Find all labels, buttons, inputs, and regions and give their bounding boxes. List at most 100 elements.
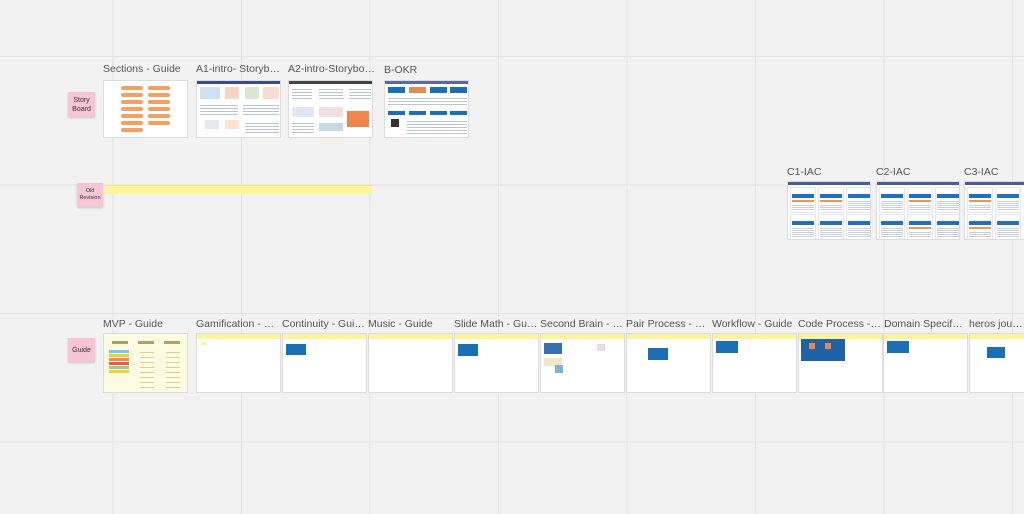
mini-slide: [995, 187, 1021, 213]
slide-thumb: [347, 111, 369, 127]
section-pill: [121, 100, 143, 104]
frame-title-a1-intro[interactable]: A1-intro- Storyboa...: [196, 63, 282, 75]
mini-slide: [879, 187, 905, 213]
frame-header-band: [970, 334, 1024, 339]
frame-header-band: [541, 334, 624, 339]
mini-slide: [907, 187, 933, 213]
frame-pair-process-guide[interactable]: [626, 333, 711, 393]
mini-slide: [790, 214, 816, 239]
frame-title-music-guide[interactable]: Music - Guide: [368, 318, 452, 330]
frame-b-okr[interactable]: [384, 80, 469, 138]
sticky-old-revision[interactable]: Old Revision: [77, 183, 103, 207]
frame-mvp-guide[interactable]: [103, 333, 188, 393]
frame-header-bar: [197, 81, 280, 84]
slide-thumb: [225, 120, 239, 129]
frame-title-second-brain-guide[interactable]: Second Brain - Gui...: [540, 318, 624, 330]
frame-title-heros-journey[interactable]: heros journey: [969, 318, 1024, 330]
frame-title-workflow-guide[interactable]: Workflow - Guide: [712, 318, 796, 330]
section-pill: [121, 121, 143, 125]
mini-slide: [879, 214, 905, 239]
section-pill: [148, 93, 170, 97]
mini-slide: [846, 214, 870, 239]
mini-slide: [995, 214, 1021, 239]
frame-sections-guide[interactable]: [103, 80, 188, 138]
mvp-column-label: [112, 341, 128, 344]
slide-thumb: [319, 123, 343, 131]
mvp-column-label: [138, 341, 154, 344]
frame-title-slide-math-guide[interactable]: Slide Math - Guide: [454, 318, 538, 330]
mvp-column-label: [164, 341, 180, 344]
frame-header-bar: [877, 182, 959, 185]
frame-a1-intro-storyboard[interactable]: [196, 80, 281, 138]
slide-thumb: [430, 87, 447, 93]
text-lines: [407, 119, 467, 135]
frame-second-brain-guide[interactable]: [540, 333, 625, 393]
mini-slide: [790, 187, 816, 213]
slide-thumb: [286, 344, 306, 355]
text-lines: [388, 96, 467, 106]
frame-c3-iac[interactable]: [964, 181, 1024, 240]
frame-title-mvp-guide[interactable]: MVP - Guide: [103, 318, 189, 330]
sticky-storyboard-text: Story Board: [72, 96, 91, 113]
slide-thumb: [263, 87, 279, 99]
frame-title-c1-iac[interactable]: C1-IAC: [787, 166, 867, 178]
frame-header-band: [283, 334, 366, 339]
sticky-guide-text: Guide: [72, 346, 91, 354]
frame-c1-iac[interactable]: [787, 181, 871, 240]
sticky-guide[interactable]: Guide: [68, 338, 95, 362]
frame-title-code-process-guide[interactable]: Code Process - Gui...: [798, 318, 882, 330]
frame-slide-math-guide[interactable]: [454, 333, 539, 393]
slide-thumb: [245, 87, 259, 99]
frame-heros-journey[interactable]: [969, 333, 1024, 393]
mini-slide: [907, 214, 933, 239]
frame-title-gamification-guide[interactable]: Gamification - Gui...: [196, 318, 280, 330]
frame-header-band: [713, 334, 796, 339]
slide-thumb: [409, 111, 426, 115]
slide-thumb: [388, 87, 405, 93]
slide-thumb: [716, 341, 738, 353]
mvp-color-block: [109, 366, 129, 369]
frame-header-band: [627, 334, 710, 339]
mvp-color-block: [109, 358, 129, 361]
text-lines: [243, 103, 279, 117]
text-lines: [292, 121, 314, 135]
frame-music-guide[interactable]: [368, 333, 453, 393]
mini-slide: [935, 214, 959, 239]
slide-thumb: [225, 87, 239, 99]
frame-continuity-guide[interactable]: [282, 333, 367, 393]
text-lines: [319, 87, 343, 101]
frame-header-bar: [385, 81, 468, 84]
mvp-color-block: [109, 354, 129, 357]
frame-title-domain-specific[interactable]: Domain Specific L...: [884, 318, 964, 330]
frame-workflow-guide[interactable]: [712, 333, 797, 393]
frame-title-sections-guide[interactable]: Sections - Guide: [103, 63, 193, 75]
frame-c2-iac[interactable]: [876, 181, 960, 240]
frame-a2-intro-storyboard[interactable]: [288, 80, 373, 138]
frame-domain-specific[interactable]: [883, 333, 968, 393]
old-revision-band[interactable]: [104, 185, 372, 194]
slide-thumb: [887, 341, 909, 353]
sticky-old-revision-text: Old Revision: [79, 188, 101, 201]
slide-thumb: [319, 107, 343, 117]
frame-code-process-guide[interactable]: [798, 333, 883, 393]
frame-title-continuity-guide[interactable]: Continuity - Guide: [282, 318, 366, 330]
section-pill: [121, 114, 143, 118]
section-pill: [121, 107, 143, 111]
section-pill: [148, 114, 170, 118]
frame-title-c3-iac[interactable]: C3-IAC: [964, 166, 1022, 178]
slide-thumb: [450, 111, 467, 115]
slide-thumb: [648, 348, 668, 360]
frame-title-c2-iac[interactable]: C2-IAC: [876, 166, 956, 178]
whiteboard-canvas[interactable]: Story Board Old Revision Guide Sections …: [0, 0, 1024, 514]
text-lines: [349, 87, 371, 101]
sticky-storyboard[interactable]: Story Board: [68, 92, 95, 117]
section-pill: [121, 93, 143, 97]
frame-title-a2-intro[interactable]: A2-intro-Storyboard: [288, 63, 378, 75]
slide-thumb: [597, 344, 605, 351]
frame-title-b-okr[interactable]: B-OKR: [384, 64, 464, 76]
frame-title-pair-process-guide[interactable]: Pair Process - Guide: [626, 318, 710, 330]
mini-slide: [818, 187, 844, 213]
frame-gamification-guide[interactable]: [196, 333, 281, 393]
slide-thumb: [200, 87, 220, 99]
frame-header-band: [455, 334, 538, 339]
